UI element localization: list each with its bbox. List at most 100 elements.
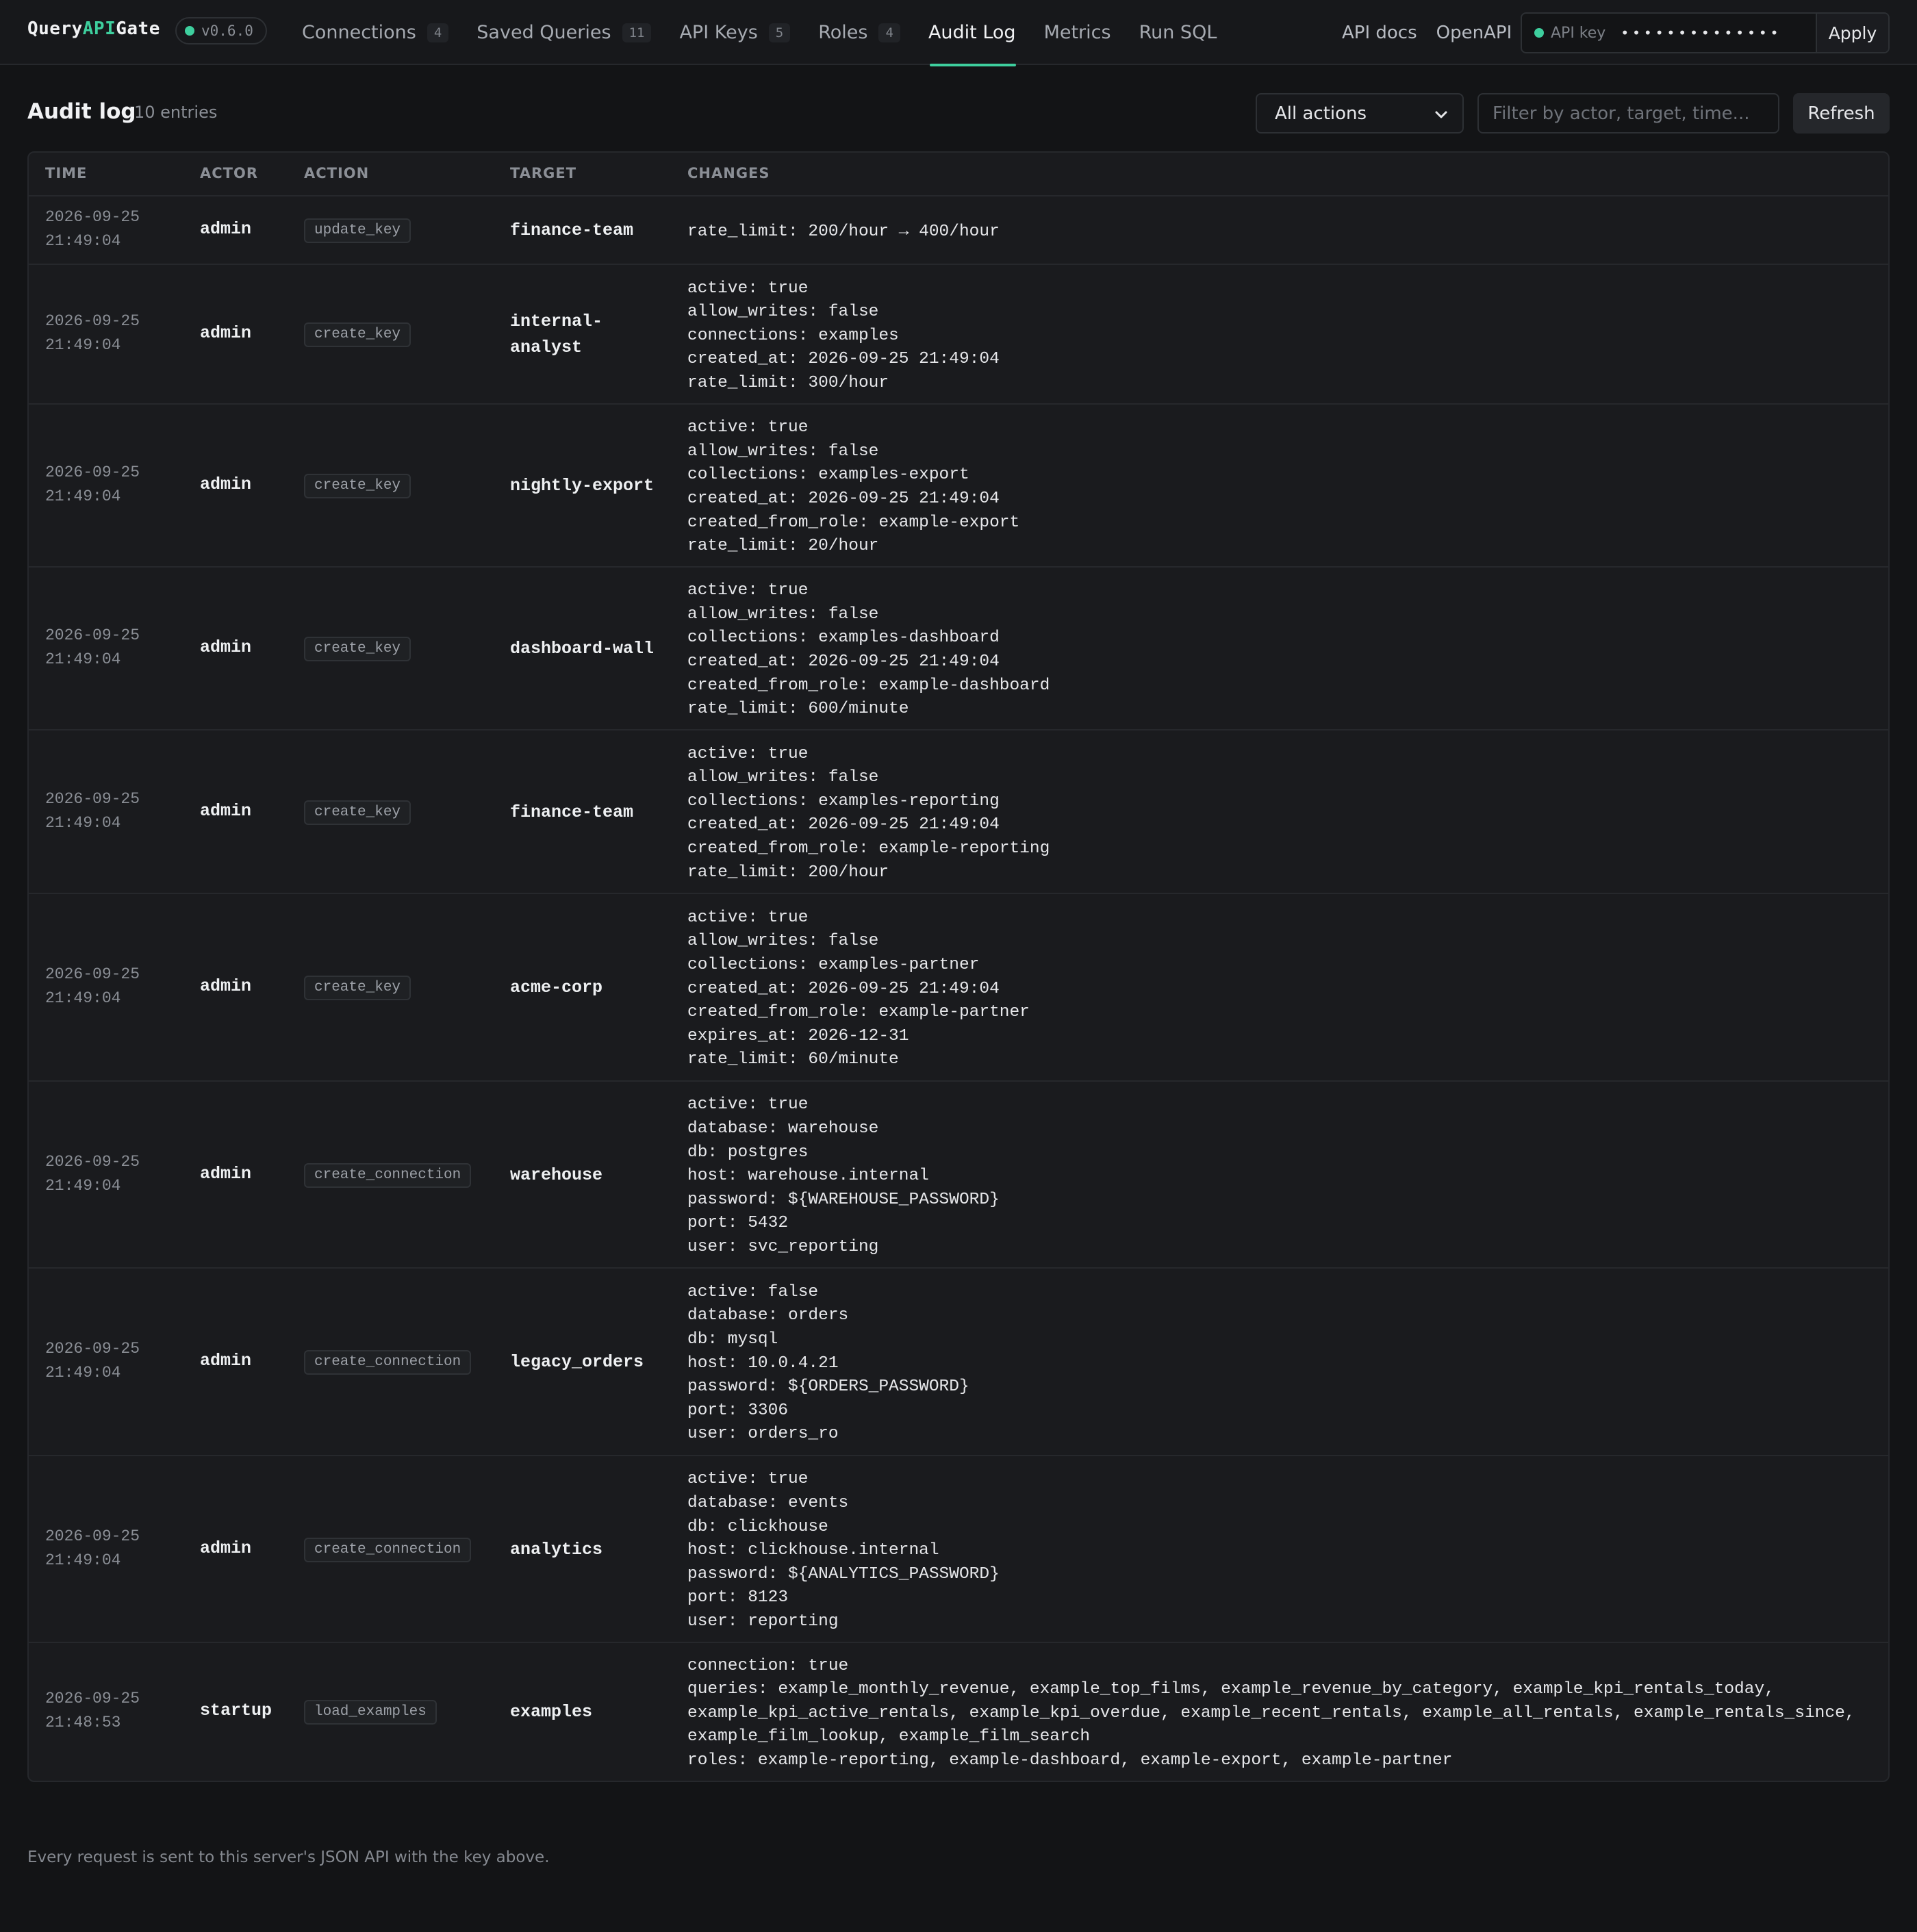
api-key-input[interactable]: •••••••••••••• (1621, 25, 1805, 41)
actor-cell: admin (200, 1351, 252, 1371)
footer-note: Every request is sent to this server's J… (27, 1848, 550, 1866)
changes-cell: active: true allow_writes: false collectio… (687, 743, 1879, 885)
action-badge: create_key (304, 800, 411, 825)
version-badge: v0.6.0 (175, 17, 267, 45)
actor-cell: admin (200, 1538, 252, 1558)
status-dot-icon (185, 26, 194, 36)
action-badge: create_connection (304, 1537, 472, 1562)
change-line: allow_writes: false (687, 303, 879, 322)
tab-label: Metrics (1043, 22, 1111, 43)
api-docs-link[interactable]: API docs (1342, 23, 1417, 43)
target-cell: internal-analyst (510, 312, 603, 357)
tab-label: API Keys (679, 22, 758, 43)
change-line: user: orders_ro (687, 1425, 839, 1444)
table-header: TIME ACTOR ACTION TARGET CHANGES (29, 153, 1888, 196)
change-line: password: ${ANALYTICS_PASSWORD} (687, 1564, 1000, 1584)
logo-text-query: Query (27, 18, 83, 39)
time-clock: 21:49:04 (45, 1176, 121, 1195)
actor-cell: admin (200, 637, 252, 657)
tab-label: Saved Queries (477, 22, 611, 43)
change-line: active: true (687, 418, 809, 437)
tab-roles[interactable]: Roles 4 (818, 0, 900, 65)
time-clock: 21:49:04 (45, 1364, 121, 1382)
table-row[interactable]: 2026-09-25 21:49:04 admin create_connection… (29, 1456, 1888, 1643)
target-cell: examples (510, 1702, 593, 1722)
change-line: database: events (687, 1493, 849, 1512)
table-row[interactable]: 2026-09-25 21:48:53 startup load_examples ex… (29, 1643, 1888, 1781)
time-date: 2026-09-25 (45, 463, 140, 481)
target-cell: legacy_orders (510, 1352, 644, 1372)
change-line: allow_writes: false (687, 932, 879, 951)
change-line: db: clickhouse (687, 1517, 828, 1536)
change-line: created_at: 2026-09-25 21:49:04 (687, 652, 1000, 671)
change-line: created_at: 2026-09-25 21:49:04 (687, 489, 1000, 508)
chevron-down-icon (1435, 111, 1447, 118)
tab-audit-log[interactable]: Audit Log (928, 0, 1016, 66)
changes-cell: active: true allow_writes: false connectio… (687, 277, 1879, 396)
action-badge: load_examples (304, 1700, 437, 1725)
tab-api-keys[interactable]: API Keys 5 (679, 0, 791, 65)
search-input[interactable] (1477, 93, 1779, 134)
column-header-changes: CHANGES (687, 165, 770, 181)
time-date: 2026-09-25 (45, 1690, 140, 1707)
tab-metrics[interactable]: Metrics (1044, 0, 1111, 65)
table-row[interactable]: 2026-09-25 21:49:04 admin create_connection… (29, 1269, 1888, 1456)
action-badge: create_connection (304, 1162, 472, 1188)
time-cell: 2026-09-25 21:49:04 (45, 963, 140, 1011)
time-date: 2026-09-25 (45, 1340, 140, 1358)
tab-connections[interactable]: Connections 4 (302, 0, 449, 65)
action-badge: create_key (304, 637, 411, 661)
change-line: active: true (687, 1470, 809, 1489)
action-filter-select[interactable]: All actions (1256, 93, 1464, 134)
change-line: collections: examples-partner (687, 956, 980, 975)
change-line: collections: examples-reporting (687, 791, 1000, 811)
time-date: 2026-09-25 (45, 208, 140, 226)
change-line: allow_writes: false (687, 605, 879, 624)
tab-count-badge: 4 (427, 23, 449, 42)
change-line: created_at: 2026-09-25 21:49:04 (687, 815, 1000, 835)
action-badge: create_connection (304, 1350, 472, 1375)
change-line: created_from_role: example-export (687, 513, 1020, 532)
change-line: created_at: 2026-09-25 21:49:04 (687, 979, 1000, 998)
change-line: password: ${ORDERS_PASSWORD} (687, 1377, 969, 1397)
changes-cell: active: true database: warehouse db: postg… (687, 1093, 1879, 1259)
main-nav: Connections 4 Saved Queries 11 API Keys … (302, 0, 1245, 66)
tab-count-badge: 11 (622, 23, 652, 42)
table-row[interactable]: 2026-09-25 21:49:04 admin create_key dashboa… (29, 568, 1888, 730)
change-line: user: reporting (687, 1612, 839, 1631)
target-cell: finance-team (510, 220, 634, 240)
actor-cell: startup (200, 1701, 272, 1720)
tab-label: Roles (818, 22, 868, 43)
tab-saved-queries[interactable]: Saved Queries 11 (477, 0, 652, 65)
table-row[interactable]: 2026-09-25 21:49:04 admin create_key nightly… (29, 405, 1888, 568)
change-line: collections: examples-export (687, 466, 969, 485)
change-line: user: svc_reporting (687, 1237, 879, 1256)
table-row[interactable]: 2026-09-25 21:49:04 admin create_connection… (29, 1082, 1888, 1269)
table-row[interactable]: 2026-09-25 21:49:04 admin update_key finance… (29, 196, 1888, 265)
change-line: port: 3306 (687, 1401, 789, 1420)
target-cell: finance-team (510, 802, 634, 822)
change-line: allow_writes: false (687, 768, 879, 787)
change-line: rate_limit: 20/hour (687, 537, 879, 556)
time-clock: 21:48:53 (45, 1714, 121, 1731)
time-clock: 21:49:04 (45, 487, 121, 505)
change-line: active: false (687, 1282, 819, 1301)
table-row[interactable]: 2026-09-25 21:49:04 admin create_key finance… (29, 730, 1888, 894)
openapi-link[interactable]: OpenAPI (1436, 23, 1512, 43)
action-badge: update_key (304, 218, 411, 243)
tab-count-badge: 5 (768, 23, 791, 42)
table-row[interactable]: 2026-09-25 21:49:04 admin create_key interna… (29, 265, 1888, 405)
app-logo[interactable]: QueryAPIGate (27, 18, 160, 39)
time-cell: 2026-09-25 21:49:04 (45, 309, 140, 357)
apply-button[interactable]: Apply (1816, 14, 1888, 52)
time-cell: 2026-09-25 21:49:04 (45, 1525, 140, 1573)
tab-run-sql[interactable]: Run SQL (1139, 0, 1217, 65)
change-line: created_at: 2026-09-25 21:49:04 (687, 350, 1000, 369)
top-links: API docs OpenAPI (1342, 0, 1512, 65)
tab-label: Connections (302, 22, 416, 43)
refresh-button[interactable]: Refresh (1793, 93, 1890, 134)
table-row[interactable]: 2026-09-25 21:49:04 admin create_key acme-co… (29, 894, 1888, 1082)
page-title: Audit log (27, 99, 136, 124)
change-line: active: true (687, 1095, 809, 1115)
time-date: 2026-09-25 (45, 1152, 140, 1171)
